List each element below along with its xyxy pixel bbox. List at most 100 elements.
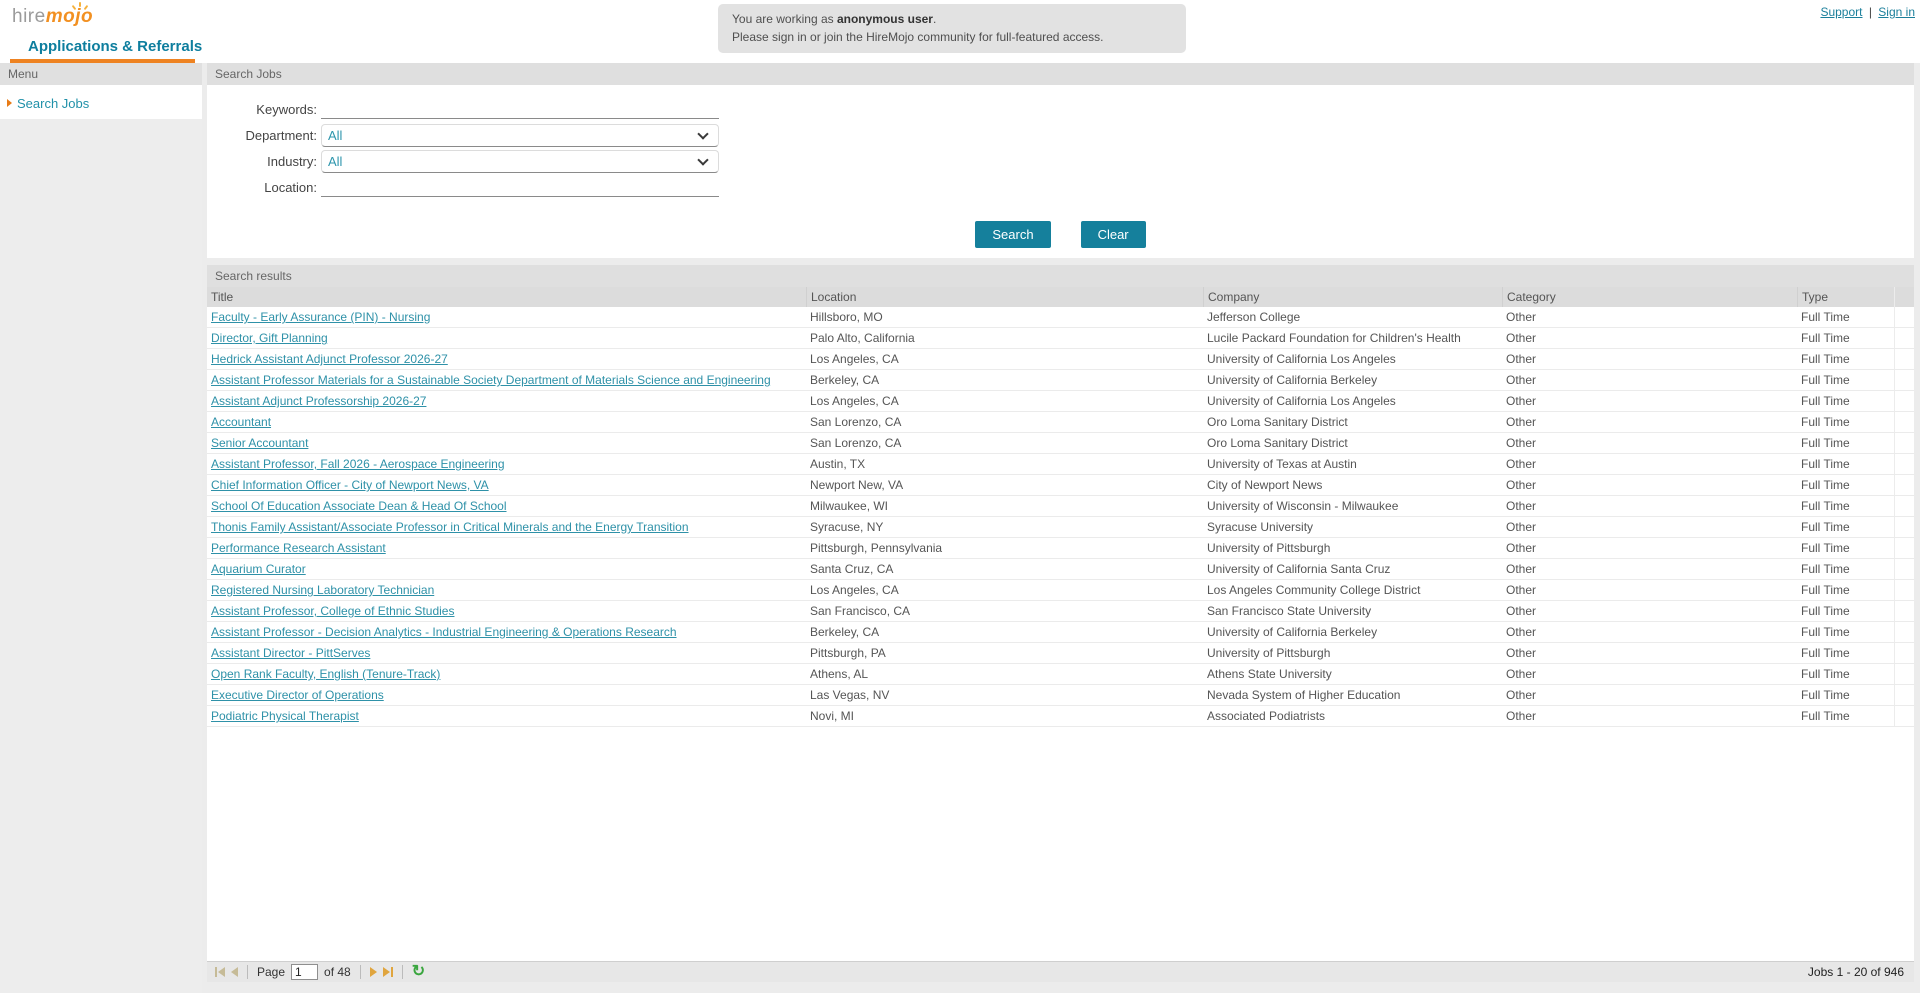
job-location: Los Angeles, CA <box>806 391 1203 411</box>
job-location: Syracuse, NY <box>806 517 1203 537</box>
table-row: Aquarium Curator Santa Cruz, CA Universi… <box>207 559 1914 580</box>
job-title-link[interactable]: Assistant Adjunct Professorship 2026-27 <box>211 394 426 408</box>
job-location: Novi, MI <box>806 706 1203 726</box>
job-location: Santa Cruz, CA <box>806 559 1203 579</box>
job-location: San Lorenzo, CA <box>806 412 1203 432</box>
row-spacer <box>1894 475 1914 495</box>
hiremojo-logo[interactable]: hiremojo <box>12 6 93 28</box>
job-title-link[interactable]: Performance Research Assistant <box>211 541 386 555</box>
refresh-icon[interactable]: ↻ <box>412 964 425 980</box>
chevron-down-icon <box>697 154 708 165</box>
job-type: Full Time <box>1797 328 1894 348</box>
job-location: Newport New, VA <box>806 475 1203 495</box>
page-label: Page <box>257 965 285 979</box>
row-spacer <box>1894 370 1914 390</box>
job-title-link[interactable]: Chief Information Officer - City of Newp… <box>211 478 489 492</box>
table-row: Hedrick Assistant Adjunct Professor 2026… <box>207 349 1914 370</box>
sidebar-menu-header: Menu <box>0 63 202 85</box>
job-company: University of California Berkeley <box>1203 370 1502 390</box>
keywords-input[interactable] <box>321 99 719 119</box>
row-spacer <box>1894 517 1914 537</box>
job-title-link[interactable]: School Of Education Associate Dean & Hea… <box>211 499 507 513</box>
sidebar: Menu Search Jobs <box>0 63 202 993</box>
table-row: Accountant San Lorenzo, CA Oro Loma Sani… <box>207 412 1914 433</box>
row-spacer <box>1894 622 1914 642</box>
job-category: Other <box>1502 307 1797 327</box>
job-type: Full Time <box>1797 664 1894 684</box>
job-title-link[interactable]: Assistant Professor, College of Ethnic S… <box>211 604 454 618</box>
row-spacer <box>1894 454 1914 474</box>
results-table-header: Title Location Company Category Type <box>207 287 1914 307</box>
job-title-link[interactable]: Faculty - Early Assurance (PIN) - Nursin… <box>211 310 430 324</box>
column-header-spacer <box>1894 287 1914 307</box>
job-title-link[interactable]: Hedrick Assistant Adjunct Professor 2026… <box>211 352 448 366</box>
job-category: Other <box>1502 580 1797 600</box>
column-header-location[interactable]: Location <box>806 287 1203 307</box>
job-location: Las Vegas, NV <box>806 685 1203 705</box>
job-title-link[interactable]: Assistant Professor, Fall 2026 - Aerospa… <box>211 457 505 471</box>
search-jobs-panel: Search Jobs Keywords: Department: All <box>207 63 1914 258</box>
job-title-link[interactable]: Assistant Director - PittServes <box>211 646 370 660</box>
link-separator: | <box>1869 5 1872 19</box>
column-header-company[interactable]: Company <box>1203 287 1502 307</box>
job-location: Los Angeles, CA <box>806 349 1203 369</box>
location-input[interactable] <box>321 177 719 197</box>
job-title-link[interactable]: Accountant <box>211 415 271 429</box>
column-header-title[interactable]: Title <box>207 287 806 307</box>
support-link[interactable]: Support <box>1820 5 1862 19</box>
row-spacer <box>1894 328 1914 348</box>
column-header-category[interactable]: Category <box>1502 287 1797 307</box>
sidebar-item-search-jobs[interactable]: Search Jobs <box>0 94 202 112</box>
job-type: Full Time <box>1797 517 1894 537</box>
job-type: Full Time <box>1797 307 1894 327</box>
previous-page-button[interactable] <box>231 967 238 977</box>
next-page-button[interactable] <box>370 967 377 977</box>
job-location: Pittsburgh, PA <box>806 643 1203 663</box>
last-page-button[interactable] <box>383 967 393 977</box>
logo-sparkle-icon <box>73 2 87 10</box>
banner-line-2: Please sign in or join the HireMojo comm… <box>732 28 1172 46</box>
row-spacer <box>1894 433 1914 453</box>
job-company: University of Wisconsin - Milwaukee <box>1203 496 1502 516</box>
search-button[interactable]: Search <box>975 221 1050 248</box>
job-category: Other <box>1502 391 1797 411</box>
job-category: Other <box>1502 433 1797 453</box>
anonymous-user-banner: You are working as anonymous user. Pleas… <box>718 4 1186 53</box>
job-company: Associated Podiatrists <box>1203 706 1502 726</box>
industry-select[interactable]: All <box>321 150 719 173</box>
department-select[interactable]: All <box>321 124 719 147</box>
pagination-bar: Page of 48 ↻ Jobs 1 - 20 of 946 <box>207 961 1914 982</box>
job-location: Hillsboro, MO <box>806 307 1203 327</box>
column-header-type[interactable]: Type <box>1797 287 1894 307</box>
sign-in-link[interactable]: Sign in <box>1878 5 1915 19</box>
job-company: Oro Loma Sanitary District <box>1203 412 1502 432</box>
job-title-link[interactable]: Registered Nursing Laboratory Technician <box>211 583 434 597</box>
sidebar-item-label: Search Jobs <box>17 96 89 111</box>
job-company: Syracuse University <box>1203 517 1502 537</box>
job-title-link[interactable]: Open Rank Faculty, English (Tenure-Track… <box>211 667 440 681</box>
job-title-link[interactable]: Aquarium Curator <box>211 562 306 576</box>
job-title-link[interactable]: Assistant Professor Materials for a Sust… <box>211 373 771 387</box>
row-spacer <box>1894 643 1914 663</box>
keywords-label: Keywords: <box>207 102 320 117</box>
job-type: Full Time <box>1797 601 1894 621</box>
first-page-button[interactable] <box>215 967 225 977</box>
job-title-link[interactable]: Thonis Family Assistant/Associate Profes… <box>211 520 689 534</box>
job-title-link[interactable]: Executive Director of Operations <box>211 688 384 702</box>
job-title-link[interactable]: Senior Accountant <box>211 436 308 450</box>
job-location: Berkeley, CA <box>806 370 1203 390</box>
job-company: University of Pittsburgh <box>1203 643 1502 663</box>
clear-button[interactable]: Clear <box>1081 221 1146 248</box>
industry-label: Industry: <box>207 154 320 169</box>
chevron-down-icon <box>697 128 708 139</box>
pager-divider <box>360 965 361 979</box>
page-number-input[interactable] <box>291 964 318 980</box>
table-row: Senior Accountant San Lorenzo, CA Oro Lo… <box>207 433 1914 454</box>
table-row: Faculty - Early Assurance (PIN) - Nursin… <box>207 307 1914 328</box>
job-title-link[interactable]: Director, Gift Planning <box>211 331 328 345</box>
job-title-link[interactable]: Assistant Professor - Decision Analytics… <box>211 625 677 639</box>
job-title-link[interactable]: Podiatric Physical Therapist <box>211 709 359 723</box>
tab-applications-referrals[interactable]: Applications & Referrals <box>28 38 202 55</box>
job-location: Athens, AL <box>806 664 1203 684</box>
table-row: Director, Gift Planning Palo Alto, Calif… <box>207 328 1914 349</box>
